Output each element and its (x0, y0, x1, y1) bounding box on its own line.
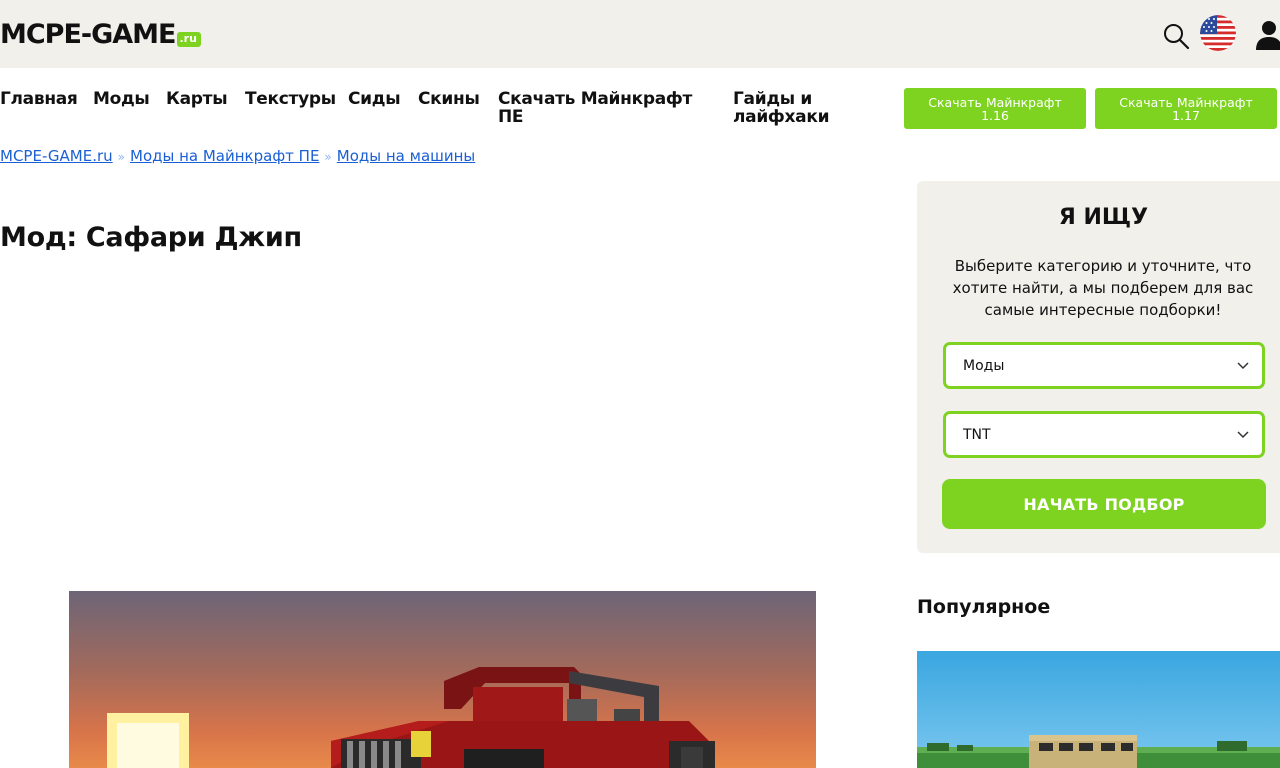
chevron-down-icon (1236, 358, 1250, 372)
nav-item-maps[interactable]: Карты (166, 90, 228, 108)
breadcrumb-separator: » (324, 150, 332, 164)
site-header: MCPE-GAME .ru (0, 0, 1280, 68)
nav-item-mods[interactable]: Моды (93, 90, 150, 108)
main-nav: Главная Моды Карты Текстуры Сиды Скины С… (0, 68, 1280, 138)
nav-item-guides[interactable]: Гайды и лайфхаки (733, 89, 830, 127)
nav-item-download-pe[interactable]: Скачать Майнкрафт ПЕ (498, 90, 692, 126)
subcategory-select[interactable]: TNT (943, 411, 1265, 458)
start-search-button[interactable]: НАЧАТЬ ПОДБОР (942, 479, 1266, 529)
user-icon[interactable] (1256, 20, 1280, 50)
subcategory-select-value: TNT (963, 426, 991, 443)
mod-preview-image[interactable] (69, 591, 816, 768)
download-116-button[interactable]: Скачать Майнкрафт 1.16 (904, 88, 1086, 129)
logo-text: MCPE-GAME (0, 19, 176, 50)
download-116-line2: 1.16 (981, 107, 1009, 123)
download-117-line2: 1.17 (1172, 107, 1200, 123)
download-117-line1: Скачать Майнкрафт (1119, 94, 1253, 110)
nav-item-skins[interactable]: Скины (418, 90, 480, 108)
category-select-value: Моды (963, 357, 1005, 374)
nav-item-textures[interactable]: Текстуры (245, 90, 336, 108)
breadcrumb-separator: » (117, 150, 125, 164)
search-icon[interactable] (1162, 22, 1190, 50)
breadcrumb-link-car-mods[interactable]: Моды на машины (337, 147, 476, 165)
download-116-line1: Скачать Майнкрафт (928, 94, 1062, 110)
nav-item-guides-line2: лайфхаки (733, 107, 830, 127)
breadcrumb-link-mods[interactable]: Моды на Майнкрафт ПЕ (130, 147, 319, 165)
search-panel-description: Выберите категорию и уточните, что хотит… (952, 257, 1254, 319)
category-select[interactable]: Моды (943, 342, 1265, 389)
chevron-down-icon (1236, 427, 1250, 441)
search-panel-title: Я ИЩУ (1058, 205, 1149, 230)
nav-item-home[interactable]: Главная (0, 90, 78, 108)
popular-item-image[interactable] (917, 651, 1280, 768)
page-title: Мод: Сафари Джип (0, 222, 302, 253)
breadcrumb: MCPE-GAME.ru » Моды на Майнкрафт ПЕ » Моды н… (0, 147, 475, 165)
category-search-panel: Я ИЩУ Выберите категорию и уточните, что… (917, 181, 1280, 553)
site-logo[interactable]: MCPE-GAME .ru (0, 18, 201, 52)
nav-item-download-pe-line1: Скачать Майнкрафт (498, 89, 692, 109)
nav-item-seeds[interactable]: Сиды (348, 90, 401, 108)
logo-tld-badge: .ru (176, 32, 201, 47)
popular-section-title: Популярное (917, 596, 1051, 618)
nav-item-download-pe-line2: ПЕ (498, 107, 524, 127)
us-flag-icon[interactable] (1200, 15, 1236, 51)
nav-item-guides-line1: Гайды и (733, 89, 813, 109)
breadcrumb-link-home[interactable]: MCPE-GAME.ru (0, 147, 113, 165)
download-117-button[interactable]: Скачать Майнкрафт 1.17 (1095, 88, 1277, 129)
